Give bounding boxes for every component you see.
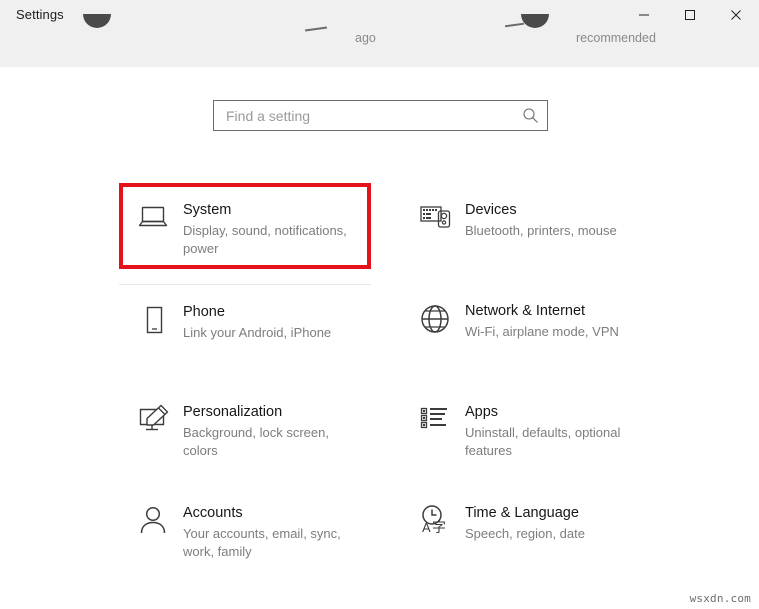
laptop-icon: [137, 200, 183, 246]
tile-text: Time & Language Speech, region, date: [465, 503, 585, 543]
svg-text:A: A: [422, 520, 431, 535]
tile-title: Devices: [465, 202, 517, 218]
window-title: Settings: [16, 7, 64, 22]
tile-text: Devices Bluetooth, printers, mouse: [465, 200, 617, 240]
minimize-button[interactable]: [621, 0, 667, 30]
tile-subtitle: Bluetooth, printers, mouse: [465, 223, 617, 238]
tile-phone[interactable]: Phone Link your Android, iPhone: [119, 284, 371, 385]
tile-title: Accounts: [183, 505, 243, 521]
title-bar: ago recommended Settings: [0, 0, 759, 67]
clipped-blob-icon-2: [521, 14, 549, 28]
brush-monitor-icon: [137, 402, 183, 448]
tile-subtitle: Your accounts, email, sync, work, family: [183, 526, 341, 559]
watermark: wsxdn.com: [689, 592, 751, 605]
clipped-text-ago: ago: [355, 31, 376, 45]
tile-text: Network & Internet Wi-Fi, airplane mode,…: [465, 301, 619, 341]
tile-row: Phone Link your Android, iPhone Network …: [119, 284, 675, 385]
clipped-line-icon-2: [504, 22, 525, 28]
clock-language-icon: A 字: [419, 503, 465, 549]
tile-text: Personalization Background, lock screen,…: [183, 402, 361, 460]
list-icon: [419, 402, 465, 448]
window-controls: [621, 0, 759, 30]
tile-title: Phone: [183, 304, 225, 320]
maximize-icon: [684, 9, 696, 21]
clipped-text-recommended: recommended: [576, 31, 656, 45]
tile-accounts[interactable]: Accounts Your accounts, email, sync, wor…: [119, 486, 371, 587]
tile-subtitle: Display, sound, notifications, power: [183, 223, 347, 256]
tile-apps[interactable]: Apps Uninstall, defaults, optional featu…: [401, 385, 653, 486]
tile-subtitle: Speech, region, date: [465, 526, 585, 541]
tile-title: Network & Internet: [465, 303, 586, 319]
tile-time-language[interactable]: A 字 Time & Language Speech, region, date: [401, 486, 653, 587]
tile-text: Apps Uninstall, defaults, optional featu…: [465, 402, 643, 460]
clipped-blob-icon: [83, 14, 111, 28]
search-icon[interactable]: [513, 107, 547, 124]
tile-title: System: [183, 202, 232, 218]
tile-network-internet[interactable]: Network & Internet Wi-Fi, airplane mode,…: [401, 284, 653, 385]
tile-row: Accounts Your accounts, email, sync, wor…: [119, 486, 675, 587]
clipped-line-icon: [304, 26, 328, 32]
tile-text: Accounts Your accounts, email, sync, wor…: [183, 503, 361, 561]
tile-personalization[interactable]: Personalization Background, lock screen,…: [119, 385, 371, 486]
maximize-button[interactable]: [667, 0, 713, 30]
search-box[interactable]: [213, 100, 548, 131]
settings-tile-grid: System Display, sound, notifications, po…: [119, 183, 675, 587]
tile-text: Phone Link your Android, iPhone: [183, 302, 331, 342]
search-input[interactable]: [214, 101, 513, 130]
tile-devices[interactable]: Devices Bluetooth, printers, mouse: [401, 183, 653, 284]
tile-subtitle: Wi-Fi, airplane mode, VPN: [465, 324, 619, 339]
minimize-icon: [638, 9, 650, 21]
tile-row: System Display, sound, notifications, po…: [119, 183, 675, 284]
tile-title: Apps: [465, 404, 499, 420]
tile-text: System Display, sound, notifications, po…: [183, 200, 361, 258]
keyboard-mouse-icon: [419, 200, 465, 246]
tile-subtitle: Uninstall, defaults, optional features: [465, 425, 621, 458]
tile-row: Personalization Background, lock screen,…: [119, 385, 675, 486]
tile-title: Personalization: [183, 404, 283, 420]
tile-subtitle: Link your Android, iPhone: [183, 325, 332, 340]
person-icon: [137, 503, 183, 549]
svg-text:字: 字: [432, 520, 446, 536]
tile-system[interactable]: System Display, sound, notifications, po…: [119, 183, 371, 269]
close-button[interactable]: [713, 0, 759, 30]
close-icon: [730, 9, 742, 21]
globe-icon: [419, 301, 465, 347]
tile-title: Time & Language: [465, 505, 579, 521]
tile-subtitle: Background, lock screen, colors: [183, 425, 329, 458]
phone-icon: [137, 302, 183, 348]
